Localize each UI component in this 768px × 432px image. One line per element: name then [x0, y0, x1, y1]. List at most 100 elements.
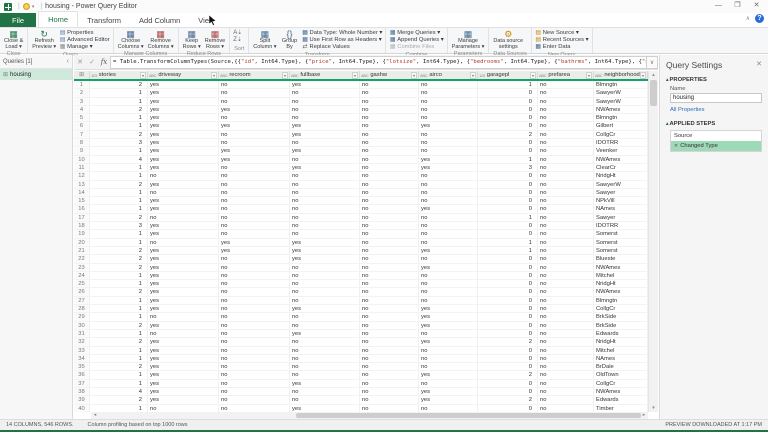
filter-icon[interactable]: ▾ [410, 71, 417, 79]
cell-gashw[interactable]: no [360, 313, 419, 321]
cell-neighborhood[interactable]: NridgHt [594, 280, 648, 288]
cell-fullbase[interactable]: no [290, 105, 360, 114]
cell-fullbase[interactable]: no [290, 180, 360, 188]
cell-neighborhood[interactable]: Sawyer [594, 213, 648, 222]
cell-garagepl[interactable]: 0 [478, 329, 538, 338]
row-number[interactable]: 17 [74, 213, 90, 222]
vertical-scrollbar[interactable]: ▴ ▾ [648, 71, 658, 412]
cell-driveway[interactable]: yes [148, 197, 219, 205]
cell-recroom[interactable]: no [219, 255, 290, 263]
cell-fullbase[interactable]: no [290, 222, 360, 230]
scroll-right-icon[interactable]: ▸ [640, 412, 648, 419]
cell-gashw[interactable]: no [360, 305, 419, 313]
cell-fullbase[interactable]: yes [290, 147, 360, 155]
cell-fullbase[interactable]: no [290, 313, 360, 321]
select-all-corner[interactable]: ⊞ [74, 71, 90, 79]
close-pane-icon[interactable]: ✕ [756, 60, 762, 70]
cell-garagepl[interactable]: 2 [478, 396, 538, 404]
cell-gashw[interactable]: no [360, 271, 419, 280]
cell-neighborhood[interactable]: IDOTRR [594, 139, 648, 147]
column-header-driveway[interactable]: ABC driveway ▾ [148, 71, 219, 79]
cell-airco[interactable]: no [419, 255, 478, 263]
cell-driveway[interactable]: no [148, 404, 219, 412]
cell-airco[interactable]: no [419, 188, 478, 197]
cell-airco[interactable]: no [419, 180, 478, 188]
cell-gashw[interactable]: no [360, 172, 419, 180]
cell-garagepl[interactable]: 0 [478, 296, 538, 305]
cell-garagepl[interactable]: 0 [478, 354, 538, 363]
cell-driveway[interactable]: yes [148, 147, 219, 155]
remove-columns-button[interactable]: ▦ Remove Columns ▾ [146, 29, 176, 50]
cell-airco[interactable]: no [419, 280, 478, 288]
row-number[interactable]: 15 [74, 197, 90, 205]
cell-stories[interactable]: 1 [90, 271, 148, 280]
cell-prefarea[interactable]: no [538, 371, 594, 379]
cell-prefarea[interactable]: no [538, 105, 594, 114]
cell-garagepl[interactable]: 1 [478, 213, 538, 222]
group-by-button[interactable]: {} Group By [279, 29, 301, 51]
cell-prefarea[interactable]: no [538, 404, 594, 412]
row-number[interactable]: 2 [74, 89, 90, 97]
cell-airco[interactable]: no [419, 346, 478, 354]
cell-garagepl[interactable]: 0 [478, 89, 538, 97]
horizontal-scroll-thumb[interactable] [296, 413, 641, 418]
cell-recroom[interactable]: no [219, 379, 290, 387]
cell-gashw[interactable]: no [360, 139, 419, 147]
cancel-formula-icon[interactable]: ✕ [74, 58, 86, 66]
cell-stories[interactable]: 1 [90, 205, 148, 213]
row-number[interactable]: 20 [74, 238, 90, 246]
cell-garagepl[interactable]: 0 [478, 363, 538, 371]
cell-recroom[interactable]: no [219, 188, 290, 197]
cell-garagepl[interactable]: 0 [478, 230, 538, 238]
cell-airco[interactable]: no [419, 81, 478, 89]
row-number[interactable]: 27 [74, 296, 90, 305]
cell-stories[interactable]: 2 [90, 105, 148, 114]
cell-airco[interactable]: yes [419, 205, 478, 213]
cell-neighborhood[interactable]: BrDale [594, 363, 648, 371]
column-header-garagepl[interactable]: 123 garagepl ▾ [478, 71, 538, 79]
cell-garagepl[interactable]: 2 [478, 338, 538, 346]
remove-rows-button[interactable]: ▦ Remove Rows ▾ [203, 29, 227, 50]
cell-stories[interactable]: 3 [90, 139, 148, 147]
cell-gashw[interactable]: no [360, 363, 419, 371]
manage-parameters-button[interactable]: ▦ Manage Parameters ▾ [450, 29, 487, 50]
cell-fullbase[interactable]: no [290, 354, 360, 363]
row-number[interactable]: 40 [74, 404, 90, 412]
cell-garagepl[interactable]: 0 [478, 255, 538, 263]
cell-neighborhood[interactable]: NWAmes [594, 288, 648, 296]
cell-stories[interactable]: 4 [90, 155, 148, 163]
cell-driveway[interactable]: yes [148, 321, 219, 329]
cell-airco[interactable]: no [419, 139, 478, 147]
filter-icon[interactable]: ▾ [639, 71, 646, 79]
cell-neighborhood[interactable]: NAmes [594, 205, 648, 213]
filter-icon[interactable]: ▾ [351, 71, 358, 79]
cell-stories[interactable]: 1 [90, 379, 148, 387]
commit-formula-icon[interactable]: ✓ [86, 58, 98, 66]
cell-driveway[interactable]: yes [148, 230, 219, 238]
cell-neighborhood[interactable]: NWAmes [594, 387, 648, 396]
cell-airco[interactable]: no [419, 271, 478, 280]
row-number[interactable]: 4 [74, 105, 90, 114]
cell-prefarea[interactable]: no [538, 213, 594, 222]
cell-stories[interactable]: 2 [90, 263, 148, 271]
cell-fullbase[interactable]: no [290, 205, 360, 213]
cell-gashw[interactable]: no [360, 205, 419, 213]
cell-driveway[interactable]: no [148, 188, 219, 197]
filter-icon[interactable]: ▾ [585, 71, 592, 79]
cell-airco[interactable]: no [419, 230, 478, 238]
cell-stories[interactable]: 2 [90, 213, 148, 222]
cell-gashw[interactable]: no [360, 188, 419, 197]
cell-fullbase[interactable]: no [290, 296, 360, 305]
row-number[interactable]: 11 [74, 163, 90, 172]
cell-prefarea[interactable]: no [538, 363, 594, 371]
cell-recroom[interactable]: no [219, 371, 290, 379]
cell-prefarea[interactable]: no [538, 139, 594, 147]
cell-neighborhood[interactable]: Timber [594, 404, 648, 412]
cell-driveway[interactable]: yes [148, 222, 219, 230]
cell-fullbase[interactable]: no [290, 396, 360, 404]
data-source-settings-button[interactable]: ⚙ Data source settings [491, 29, 525, 50]
cell-prefarea[interactable]: no [538, 271, 594, 280]
cell-neighborhood[interactable]: Edwards [594, 396, 648, 404]
cell-driveway[interactable]: no [148, 329, 219, 338]
cell-neighborhood[interactable]: SawyerW [594, 97, 648, 105]
